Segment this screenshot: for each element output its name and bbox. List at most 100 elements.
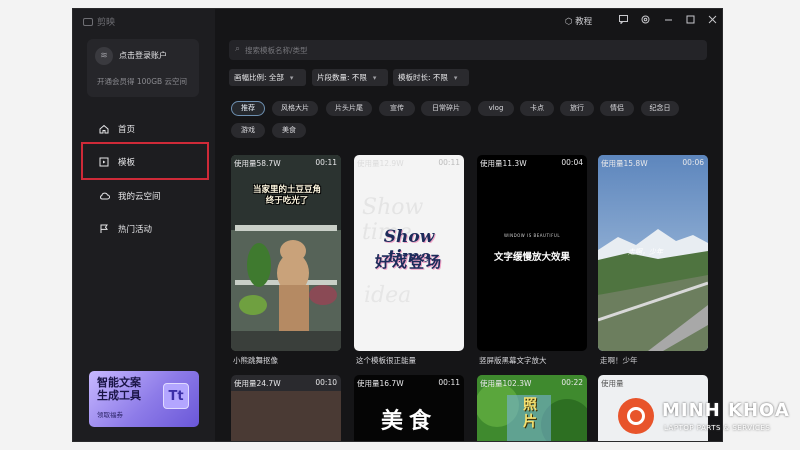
watermark-logo: MINH KHOA LAPTOP PARTS & SERVICES (612, 392, 800, 442)
filter-label: 片段数量: 不限 (317, 73, 367, 82)
brand-logo-icon (618, 398, 654, 434)
card-title[interactable]: 小熊跳舞抠像 (233, 355, 278, 366)
filter-duration[interactable]: 模板时长: 不限 ▾ (393, 69, 469, 86)
banner-line-1: 智能文案 (97, 376, 141, 389)
sidebar-item-label: 热门活动 (118, 225, 153, 235)
overlay-text: 照片 (523, 397, 537, 430)
filter-label: 画幅比例: 全部 (234, 73, 284, 82)
highlight-box (81, 142, 209, 180)
banner-cta: 领取福券 (97, 411, 123, 419)
overlay-text: 走啊，少年 (628, 248, 663, 256)
app-window: 剪映 ≋ 点击登录账户 开通会员得 100GB 云空间 首页 模板 我的云空间 (72, 8, 723, 442)
feedback-icon[interactable] (619, 15, 628, 27)
sidebar-item-home[interactable]: 首页 (99, 123, 135, 135)
avatar[interactable]: ≋ (95, 47, 113, 65)
small-caption: WINDOW IS BEAUTIFUL (503, 233, 561, 238)
cloud-promo-text[interactable]: 开通会员得 100GB 云空间 (97, 76, 187, 87)
banner-line-2: 生成工具 (97, 389, 141, 402)
sidebar-item-cloud[interactable]: 我的云空间 (99, 190, 161, 202)
screenshot-frame: 剪映 ≋ 点击登录账户 开通会员得 100GB 云空间 首页 模板 我的云空间 (0, 0, 800, 450)
usage-count: 使用量102.3W (480, 379, 532, 388)
sidebar-item-events[interactable]: 热门活动 (99, 223, 152, 235)
duration: 00:11 (438, 378, 460, 387)
logo-icon (83, 17, 93, 26)
usage-count: 使用量11.3W (480, 159, 527, 168)
duration: 00:11 (438, 158, 460, 167)
filter-clip-count[interactable]: 片段数量: 不限 ▾ (312, 69, 388, 86)
usage-count: 使用量15.8W (601, 159, 648, 168)
text-tool-icon: Tt (163, 383, 189, 409)
overlay-title-cn: 好戏登场 (374, 253, 443, 271)
home-icon (99, 124, 109, 134)
tag-game[interactable]: 游戏 (231, 123, 265, 138)
template-card[interactable]: 使用量15.8W 00:06 走啊，少年 (598, 155, 708, 351)
tag-couple[interactable]: 情侣 (600, 101, 634, 116)
chevron-down-icon: ▾ (372, 73, 377, 82)
card-meta: 使用量 (601, 378, 704, 389)
tag-anniversary[interactable]: 纪念日 (641, 101, 679, 116)
flag-icon (99, 224, 109, 234)
template-card[interactable]: 使用量12.9W 00:11 Show time Show time 好戏登场 … (354, 155, 464, 351)
card-title[interactable]: 走啊！少年 (600, 355, 638, 366)
tag-daily[interactable]: 日常碎片 (421, 101, 471, 116)
account-card[interactable]: ≋ 点击登录账户 开通会员得 100GB 云空间 (87, 39, 199, 97)
duration: 00:06 (682, 158, 704, 167)
usage-count: 使用量16.7W (357, 379, 404, 388)
usage-count: 使用量24.7W (234, 379, 281, 388)
card-meta: 使用量58.7W 00:11 (234, 158, 337, 169)
card-title[interactable]: 这个模板很正能量 (356, 355, 416, 366)
search-bar[interactable]: ⌕ (229, 40, 707, 60)
tag-intro-outro[interactable]: 片头片尾 (326, 101, 372, 116)
app-logo-text: 剪映 (97, 18, 116, 28)
template-card[interactable]: 使用量102.3W 00:22 照片 (477, 375, 587, 441)
settings-icon[interactable] (641, 15, 650, 27)
tag-style[interactable]: 风格大片 (272, 101, 318, 116)
search-icon: ⌕ (235, 44, 241, 54)
watermark-script: idea (364, 283, 412, 308)
template-card[interactable]: 使用量24.7W 00:10 (231, 375, 341, 441)
overlay-text: 文字缓慢放大效果 (493, 252, 570, 263)
close-icon[interactable] (708, 15, 717, 27)
usage-count: 使用量12.9W (357, 159, 404, 168)
card-meta: 使用量24.7W 00:10 (234, 378, 337, 389)
filter-label: 模板时长: 不限 (398, 73, 448, 82)
template-card[interactable]: 使用量11.3W 00:04 WINDOW IS BEAUTIFUL 文字缓慢放… (477, 155, 587, 351)
card-title[interactable]: 竖屏版黑幕文字放大 (479, 355, 547, 366)
sidebar-item-label: 我的云空间 (118, 192, 161, 202)
login-link[interactable]: 点击登录账户 (119, 50, 167, 61)
chevron-down-icon: ▾ (453, 73, 458, 82)
minimize-icon[interactable] (664, 15, 673, 27)
filter-aspect-ratio[interactable]: 画幅比例: 全部 ▾ (229, 69, 306, 86)
card-meta: 使用量102.3W 00:22 (480, 378, 583, 389)
card-meta: 使用量15.8W 00:06 (601, 158, 704, 169)
tutorial-label: 教程 (575, 17, 593, 27)
card-meta: 使用量12.9W 00:11 (357, 158, 460, 169)
maximize-icon[interactable] (686, 15, 695, 27)
app-logo: 剪映 (83, 15, 115, 28)
duration: 00:04 (561, 158, 583, 167)
template-card[interactable]: 使用量16.7W 00:11 美食 (354, 375, 464, 441)
tag-beat[interactable]: 卡点 (520, 101, 554, 116)
duration: 00:11 (315, 158, 337, 167)
sidebar-item-label: 首页 (118, 125, 136, 135)
brand-name: MINH KHOA (662, 400, 790, 421)
graduation-cap-icon: ⬡ (565, 17, 573, 27)
tutorial-button[interactable]: ⬡ 教程 (565, 15, 592, 27)
tag-vlog[interactable]: vlog (478, 101, 514, 116)
chevron-down-icon: ▾ (289, 73, 294, 82)
usage-count: 使用量58.7W (234, 159, 281, 168)
tag-recommended[interactable]: 推荐 (231, 101, 265, 116)
card-meta: 使用量11.3W 00:04 (480, 158, 583, 169)
overlay-text: 当家里的土豆豆角 终于吃光了 (252, 185, 321, 206)
search-input[interactable] (245, 42, 685, 58)
template-thumbnail (231, 391, 341, 441)
promo-banner[interactable]: 智能文案 生成工具 领取福券 Tt (89, 371, 199, 427)
template-card[interactable]: 使用量58.7W 00:11 当家里的土豆豆角 终于吃光了 (231, 155, 341, 351)
tag-travel[interactable]: 旅行 (560, 101, 594, 116)
duration: 00:22 (561, 378, 583, 387)
title-bar: ⬡ 教程 (215, 9, 722, 33)
tag-promo[interactable]: 宣传 (379, 101, 415, 116)
tag-food[interactable]: 美食 (272, 123, 306, 138)
usage-count: 使用量 (601, 379, 624, 388)
overlay-text: 美食 (380, 408, 437, 434)
